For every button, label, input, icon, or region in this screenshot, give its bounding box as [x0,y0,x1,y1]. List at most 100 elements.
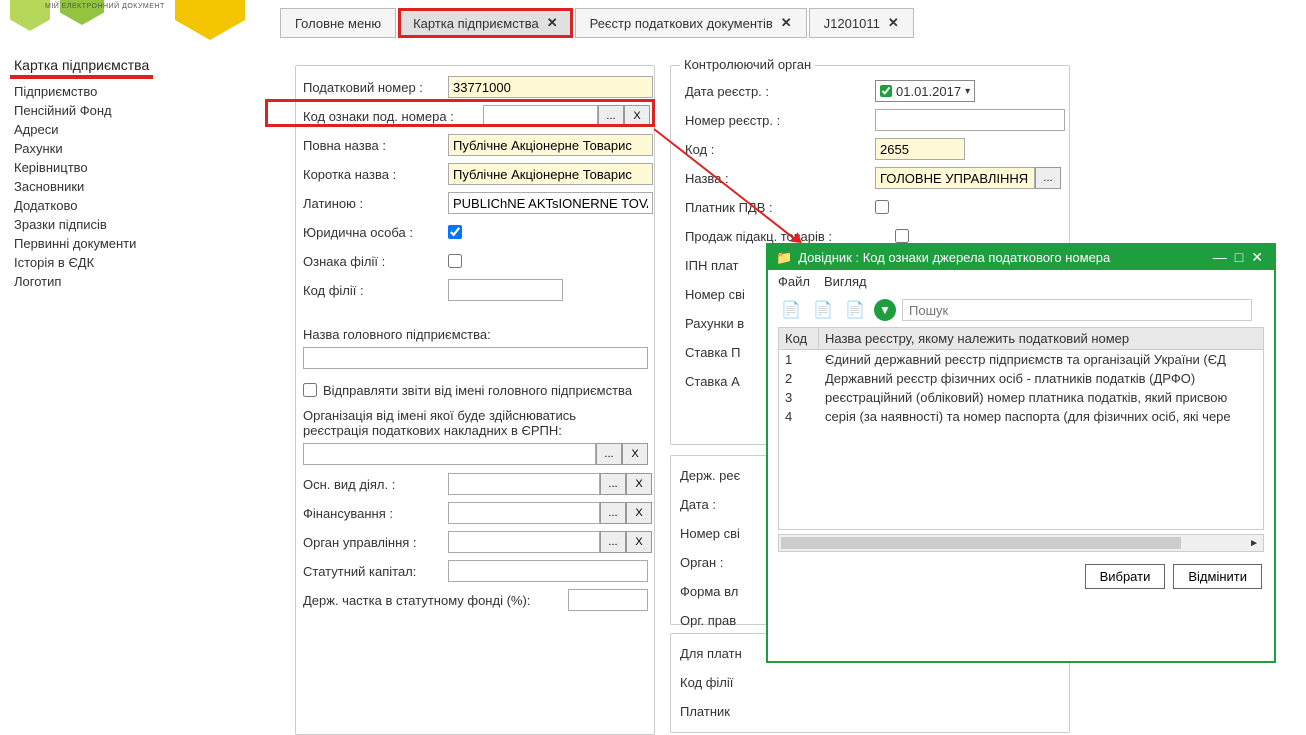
select-button[interactable]: Вибрати [1085,564,1166,589]
minimize-icon[interactable]: — [1210,249,1230,266]
doc-delete-icon[interactable]: 📄 [842,297,868,323]
state-share-input[interactable] [568,589,648,611]
branch-code-input[interactable] [448,279,563,301]
scrollbar-thumb[interactable] [781,537,1181,549]
cancel-button[interactable]: Відмінити [1173,564,1262,589]
branch-code2-label: Код філії [680,675,733,690]
financing-input[interactable] [448,502,600,524]
doc-edit-icon[interactable]: 📄 [810,297,836,323]
org-reg-input[interactable] [303,443,596,465]
sidebar-item-logo[interactable]: Логотип [10,272,270,291]
sidebar-item-primary-docs[interactable]: Первинні документи [10,234,270,253]
short-name-label: Коротка назва : [303,167,448,182]
grid-row[interactable]: 4серія (за наявності) та номер паспорта … [779,407,1263,426]
tab-j1201011[interactable]: J1201011 ✕ [809,8,914,38]
menu-file[interactable]: Файл [778,274,810,289]
sidebar-item-pension[interactable]: Пенсійний Фонд [10,101,270,120]
tab-label: J1201011 [824,16,880,31]
cell-code: 4 [779,407,819,426]
code-input[interactable] [875,138,965,160]
scroll-right-icon[interactable]: ► [1249,538,1259,549]
sidebar-item-management[interactable]: Керівництво [10,158,270,177]
menu-view[interactable]: Вигляд [824,274,867,289]
latin-input[interactable] [448,192,653,214]
grid-row[interactable]: 2Державний реєстр фізичних осіб - платни… [779,369,1263,388]
logo-subtitle: МІЙ ЕЛЕКТРОННИЙ ДОКУМЕНТ [45,3,165,10]
ipn-label: ІПН плат [685,258,738,273]
tab-company-card[interactable]: Картка підприємства ✕ [398,8,572,38]
close-icon[interactable]: ✕ [781,15,792,31]
highlight-box [265,99,655,127]
excise-checkbox[interactable] [895,229,909,243]
tax-number-input[interactable] [448,76,653,98]
tax-number-label: Податковий номер : [303,80,448,95]
close-icon[interactable]: ✕ [1248,249,1266,266]
doc-add-icon[interactable]: 📄 [778,297,804,323]
grid-row[interactable]: 1Єдиний державний реєстр підприємств та … [779,350,1263,369]
clear-button[interactable]: X [622,443,648,465]
reg-num-input[interactable] [875,109,1065,131]
refresh-icon[interactable]: ▼ [874,299,896,321]
chevron-down-icon[interactable]: ▾ [965,86,970,97]
tab-label: Головне меню [295,16,381,31]
clear-button[interactable]: X [626,502,652,524]
cell-name: Єдиний державний реєстр підприємств та о… [819,350,1263,369]
lookup-button[interactable]: ... [1035,167,1061,189]
rate-p-label: Ставка П [685,345,741,360]
lookup-button[interactable]: ... [600,502,626,524]
head-name-input[interactable] [303,347,648,369]
sidebar-item-company[interactable]: Підприємство [10,82,270,101]
search-input[interactable] [902,299,1252,321]
group-label: Контролюючий орган [680,57,815,72]
rate-a-label: Ставка А [685,374,740,389]
dialog-titlebar[interactable]: 📁 Довідник : Код ознаки джерела податков… [768,245,1274,270]
cell-name: серія (за наявності) та номер паспорта (… [819,407,1263,426]
grid-row[interactable]: 3реєстраційний (обліковий) номер платник… [779,388,1263,407]
legal-checkbox[interactable] [448,225,462,239]
short-name-input[interactable] [448,163,653,185]
main-activity-input[interactable] [448,473,600,495]
legal-label: Юридична особа : [303,225,448,240]
horizontal-scrollbar[interactable]: ◄ ► [778,534,1264,552]
tab-label: Картка підприємства [413,16,539,31]
sidebar-title: Картка підприємства [10,55,153,79]
full-name-input[interactable] [448,134,653,156]
management-label: Орган управління : [303,535,448,550]
maximize-icon[interactable]: □ [1232,249,1246,266]
close-icon[interactable]: ✕ [888,15,899,31]
name-input[interactable] [875,167,1035,189]
tab-bar: Головне меню Картка підприємства ✕ Реєстр… [280,8,916,38]
clear-button[interactable]: X [626,531,652,553]
sidebar-item-additional[interactable]: Додатково [10,196,270,215]
vat-checkbox[interactable] [875,200,889,214]
date-enabled-checkbox[interactable] [880,85,892,97]
clear-button[interactable]: X [626,473,652,495]
sidebar-item-signatures[interactable]: Зразки підписів [10,215,270,234]
tab-main-menu[interactable]: Головне меню [280,8,396,38]
head-name-label: Назва головного підприємства: [295,327,660,342]
reg-date-value: 01.01.2017 [896,84,961,99]
close-icon[interactable]: ✕ [547,15,558,31]
send-reports-checkbox[interactable] [303,383,317,397]
col-code[interactable]: Код [779,328,819,349]
sidebar-item-addresses[interactable]: Адреси [10,120,270,139]
reg-date-picker[interactable]: 01.01.2017 ▾ [875,80,975,102]
sidebar-item-accounts[interactable]: Рахунки [10,139,270,158]
tab-tax-registry[interactable]: Реєстр податкових документів✕ [575,8,807,38]
management-input[interactable] [448,531,600,553]
branch-sign-checkbox[interactable] [448,254,462,268]
lookup-button[interactable]: ... [600,531,626,553]
sidebar-item-history[interactable]: Історія в ЄДК [10,253,270,272]
lookup-button[interactable]: ... [600,473,626,495]
dialog-title-text: Довідник : Код ознаки джерела податковог… [798,250,1110,265]
sidebar-item-founders[interactable]: Засновники [10,177,270,196]
left-column: Податковий номер : Код ознаки под. номер… [295,75,660,617]
hexagon-decor [175,0,245,40]
lookup-button[interactable]: ... [596,443,622,465]
dialog-buttons: Вибрати Відмінити [768,556,1274,597]
col-name[interactable]: Назва реєстру, якому належить податковий… [819,328,1263,349]
payer-label: Платник [680,704,730,719]
capital-input[interactable] [448,560,648,582]
accounts-label: Рахунки в [685,316,744,331]
for-payer-label: Для платн [680,646,742,661]
